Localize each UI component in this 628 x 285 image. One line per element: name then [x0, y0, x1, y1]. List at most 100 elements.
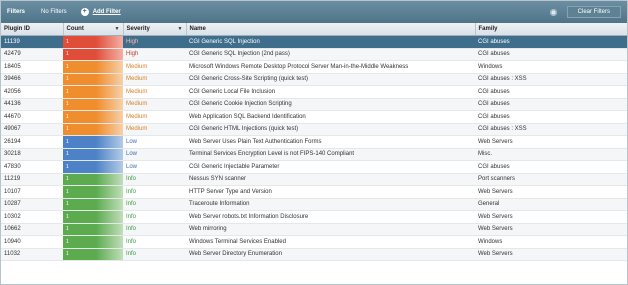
table-row[interactable]: 10940 1 Info Windows Terminal Services Enab…	[1, 235, 627, 249]
severity-cell: Info	[123, 185, 186, 199]
name-cell: CGI Generic SQL Injection	[186, 35, 475, 49]
count-cell: 1	[63, 185, 123, 199]
plugin-id-cell: 11139	[1, 35, 63, 49]
family-cell: CGI abuses : XSS	[475, 123, 627, 136]
column-header-count-label: Count	[66, 26, 84, 32]
severity-cell: Info	[123, 223, 186, 236]
count-cell: 1	[63, 135, 123, 149]
plugin-id-cell: 10302	[1, 210, 63, 224]
name-cell: CGI Generic Local File Inclusion	[186, 85, 475, 99]
add-filter-label: Add Filter	[92, 9, 121, 15]
severity-cell: Medium	[123, 73, 186, 86]
family-cell: CGI abuses	[475, 160, 627, 174]
name-cell: CGI Generic Cookie Injection Scripting	[186, 98, 475, 111]
plugin-id-cell: 44136	[1, 98, 63, 111]
plugin-id-cell: 10662	[1, 223, 63, 236]
plugin-id-cell: 44670	[1, 110, 63, 124]
column-header-family-label: Family	[478, 26, 498, 32]
sort-arrow-icon[interactable]: ▼	[178, 26, 183, 32]
name-cell: Web Application SQL Backend Identificati…	[186, 110, 475, 124]
vulnerability-panel: Filters No Filters + Add Filter Clear Fi…	[0, 0, 628, 285]
count-cell: 1	[63, 148, 123, 161]
family-cell: Web Servers	[475, 135, 627, 149]
table-row[interactable]: 30218 1 Low Terminal Services Encryption Le…	[1, 148, 627, 161]
name-cell: Terminal Services Encryption Level is no…	[186, 148, 475, 161]
table-row[interactable]: 11219 1 Info Nessus SYN scanner Port scanner…	[1, 173, 627, 186]
column-header-severity[interactable]: Severity ▼	[123, 23, 187, 36]
severity-cell: Low	[123, 160, 186, 174]
count-cell: 1	[63, 160, 123, 174]
sort-arrow-icon[interactable]: ▼	[115, 26, 120, 32]
count-cell: 1	[63, 48, 123, 61]
column-header-severity-label: Severity	[126, 26, 150, 32]
name-cell: Microsoft Windows Remote Desktop Protoco…	[186, 60, 475, 74]
plugin-id-cell: 49067	[1, 123, 63, 136]
count-cell: 1	[63, 60, 123, 74]
count-cell: 1	[63, 35, 123, 49]
count-cell: 1	[63, 98, 123, 111]
table-row[interactable]: 10287 1 Info Traceroute Information General	[1, 198, 627, 211]
column-header-plugin-id[interactable]: Plugin ID	[1, 23, 64, 36]
name-cell: Web Server Uses Plain Text Authenticatio…	[186, 135, 475, 149]
plugin-id-cell: 26194	[1, 135, 63, 149]
name-cell: Web Server robots.txt Information Disclo…	[186, 210, 475, 224]
family-cell: CGI abuses	[475, 48, 627, 61]
table-row[interactable]: 11139 1 High CGI Generic SQL Injection CGI a…	[1, 35, 627, 49]
family-cell: Web Servers	[475, 223, 627, 236]
table-row[interactable]: 26194 1 Low Web Server Uses Plain Text Auth…	[1, 135, 627, 149]
severity-cell: Medium	[123, 98, 186, 111]
name-cell: CGI Generic HTML Injections (quick test)	[186, 123, 475, 136]
table-row[interactable]: 44136 1 Medium CGI Generic Cookie Injection…	[1, 98, 627, 111]
filters-value: No Filters	[41, 9, 67, 15]
severity-cell: Medium	[123, 110, 186, 124]
plugin-id-cell: 10940	[1, 235, 63, 249]
clear-filters-button[interactable]: Clear Filters	[566, 6, 621, 18]
severity-cell: Info	[123, 210, 186, 224]
plugin-id-cell: 18405	[1, 60, 63, 74]
column-header-name-label: Name	[189, 26, 206, 32]
table-body: 11139 1 High CGI Generic SQL Injection CGI a…	[1, 35, 627, 261]
family-cell: Web Servers	[475, 185, 627, 199]
plugin-id-cell: 42479	[1, 48, 63, 61]
count-cell: 1	[63, 110, 123, 124]
count-cell: 1	[63, 223, 123, 236]
name-cell: Nessus SYN scanner	[186, 173, 475, 186]
family-cell: CGI abuses	[475, 35, 627, 49]
table-row[interactable]: 49067 1 Medium CGI Generic HTML Injections …	[1, 123, 627, 136]
severity-cell: Info	[123, 248, 186, 261]
table-row[interactable]: 47830 1 Low CGI Generic Injectable Paramete…	[1, 160, 627, 174]
name-cell: Web Server Directory Enumeration	[186, 248, 475, 261]
column-header-name[interactable]: Name	[186, 23, 476, 36]
family-cell: Web Servers	[475, 248, 627, 261]
family-cell: CGI abuses : XSS	[475, 73, 627, 86]
results-table: Plugin ID Count ▼ Severity ▼ Name Family 1…	[1, 23, 627, 261]
count-cell: 1	[63, 235, 123, 249]
severity-cell: Medium	[123, 85, 186, 99]
severity-cell: Low	[123, 148, 186, 161]
column-header-plugin-id-label: Plugin ID	[4, 26, 30, 32]
count-cell: 1	[63, 248, 123, 261]
count-cell: 1	[63, 210, 123, 224]
table-row[interactable]: 11032 1 Info Web Server Directory Enumerati…	[1, 248, 627, 261]
severity-cell: Info	[123, 198, 186, 211]
table-row[interactable]: 10662 1 Info Web mirroring Web Servers	[1, 223, 627, 236]
add-filter-button[interactable]: + Add Filter	[80, 8, 121, 16]
table-row[interactable]: 39466 1 Medium CGI Generic Cross-Site Scrip…	[1, 73, 627, 86]
column-header-family[interactable]: Family	[475, 23, 627, 36]
filter-bar: Filters No Filters + Add Filter Clear Fi…	[1, 1, 627, 23]
table-row[interactable]: 42056 1 Medium CGI Generic Local File Inclu…	[1, 85, 627, 99]
plugin-id-cell: 10107	[1, 185, 63, 199]
table-row[interactable]: 44670 1 Medium Web Application SQL Backend …	[1, 110, 627, 124]
plugin-id-cell: 11219	[1, 173, 63, 186]
table-row[interactable]: 10107 1 Info HTTP Server Type and Version We…	[1, 185, 627, 199]
severity-cell: Medium	[123, 123, 186, 136]
family-cell: General	[475, 198, 627, 211]
column-header-count[interactable]: Count ▼	[63, 23, 124, 36]
table-row[interactable]: 10302 1 Info Web Server robots.txt Informat…	[1, 210, 627, 224]
table-row[interactable]: 42479 1 High CGI Generic SQL Injection (2nd…	[1, 48, 627, 61]
family-cell: CGI abuses	[475, 98, 627, 111]
severity-cell: Low	[123, 135, 186, 149]
gear-icon[interactable]	[549, 8, 557, 16]
table-row[interactable]: 18405 1 Medium Microsoft Windows Remote Des…	[1, 60, 627, 74]
count-cell: 1	[63, 123, 123, 136]
